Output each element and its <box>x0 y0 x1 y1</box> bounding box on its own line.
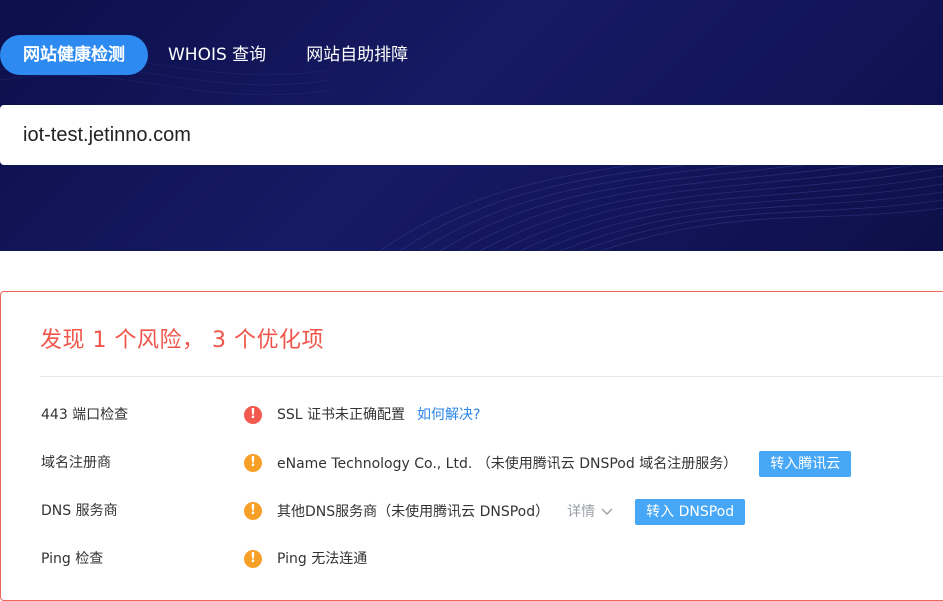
chevron-down-icon <box>601 508 613 515</box>
check-value-wrap: 其他DNS服务商（未使用腾讯云 DNSPod） 详情 转入 DNSPod <box>277 499 746 525</box>
transfer-to-tencent-cloud-button[interactable]: 转入腾讯云 <box>759 451 852 477</box>
check-value: SSL 证书未正确配置 <box>277 407 406 423</box>
check-value: eName Technology Co., Ltd. （未使用腾讯云 DNSPo… <box>277 456 738 472</box>
tab-whois-lookup[interactable]: WHOIS 查询 <box>148 35 286 75</box>
how-to-fix-link[interactable]: 如何解决? <box>417 403 480 427</box>
warning-icon: ! <box>244 550 262 568</box>
check-label: DNS 服务商 <box>41 503 118 519</box>
domain-search-box <box>0 105 943 165</box>
check-value: Ping 无法连通 <box>277 551 368 567</box>
check-value-wrap: eName Technology Co., Ltd. （未使用腾讯云 DNSPo… <box>277 451 852 477</box>
check-value-wrap: Ping 无法连通 <box>277 547 367 571</box>
result-summary: 发现 1 个风险， 3 个优化项 <box>40 328 324 353</box>
check-label: 443 端口检查 <box>41 407 129 423</box>
check-row-port-443: 443 端口检查 ! SSL 证书未正确配置 如何解决? <box>0 403 943 427</box>
domain-input[interactable] <box>23 124 903 147</box>
tab-website-health-check[interactable]: 网站健康检测 <box>0 35 148 75</box>
divider <box>40 376 943 377</box>
check-value-wrap: SSL 证书未正确配置 如何解决? <box>277 403 480 427</box>
check-value: 其他DNS服务商（未使用腾讯云 DNSPod） <box>277 504 550 520</box>
check-label: Ping 检查 <box>41 551 104 567</box>
warning-icon: ! <box>244 454 262 472</box>
check-row-ping: Ping 检查 ! Ping 无法连通 <box>0 547 943 571</box>
error-icon: ! <box>244 406 262 424</box>
check-row-dns-provider: DNS 服务商 ! 其他DNS服务商（未使用腾讯云 DNSPod） 详情 转入 … <box>0 499 943 525</box>
details-toggle[interactable]: 详情 <box>567 500 613 524</box>
check-row-registrar: 域名注册商 ! eName Technology Co., Ltd. （未使用腾… <box>0 451 943 477</box>
warning-icon: ! <box>244 502 262 520</box>
details-label: 详情 <box>567 504 596 520</box>
tab-bar: 网站健康检测 WHOIS 查询 网站自助排障 <box>0 35 428 75</box>
transfer-to-dnspod-button[interactable]: 转入 DNSPod <box>635 499 746 525</box>
tab-website-self-troubleshoot[interactable]: 网站自助排障 <box>286 35 428 75</box>
check-label: 域名注册商 <box>41 455 111 471</box>
